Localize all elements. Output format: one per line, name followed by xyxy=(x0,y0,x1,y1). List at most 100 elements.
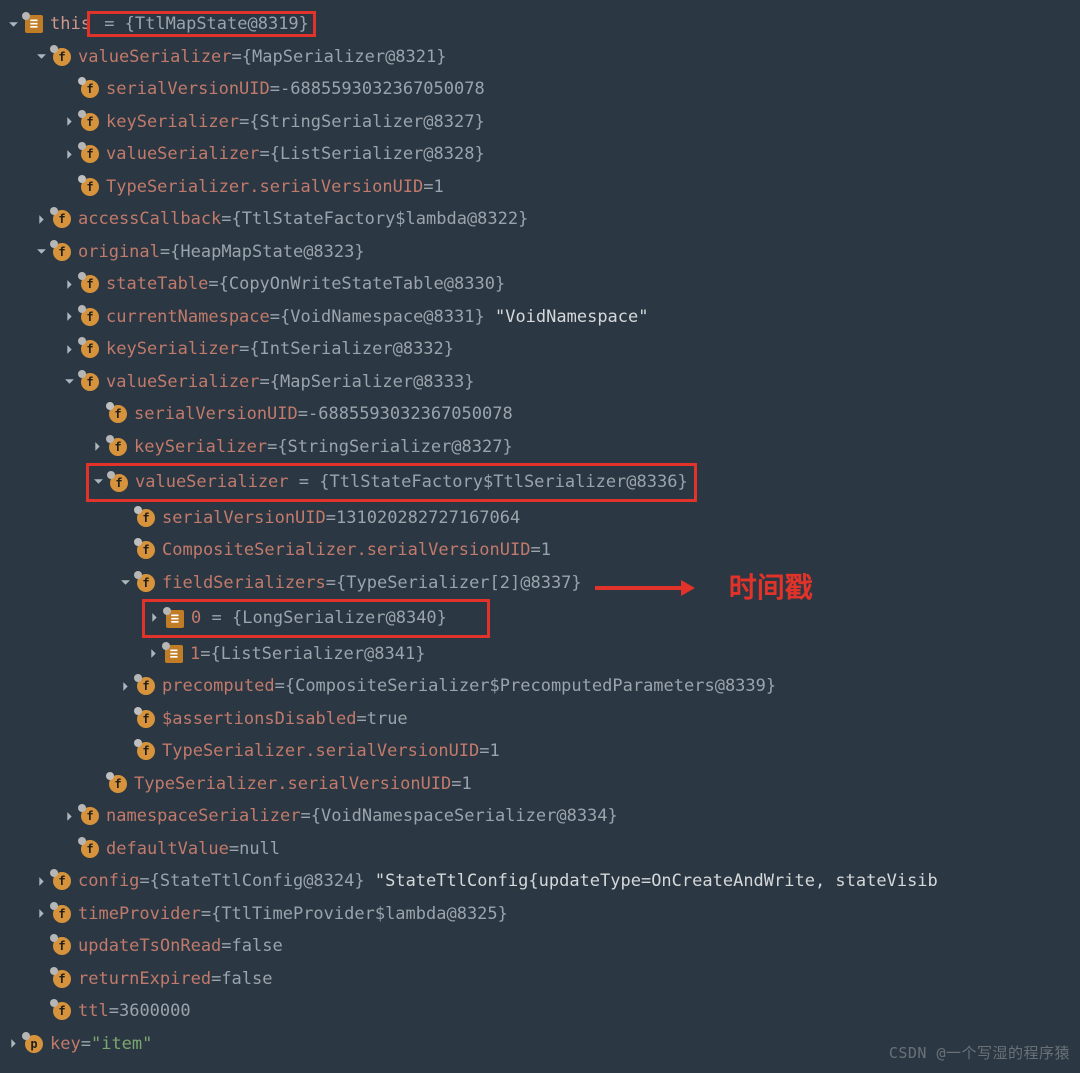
field-icon: f xyxy=(81,308,99,326)
annotation-arrow: 时间戳 xyxy=(595,572,813,605)
field-icon: f xyxy=(81,807,99,825)
field-icon: f xyxy=(109,775,127,793)
field-icon: f xyxy=(53,905,71,923)
chevron-right-icon[interactable] xyxy=(62,309,77,324)
field-icon: f xyxy=(53,937,71,955)
field-icon: f xyxy=(137,574,155,592)
tree-row[interactable]: fupdateTsOnRead = false xyxy=(6,930,1080,963)
tree-row[interactable]: ffieldSerializers = {TypeSerializer[2]@8… xyxy=(6,567,1080,600)
field-icon: f xyxy=(81,340,99,358)
chevron-right-icon[interactable] xyxy=(34,874,49,889)
array-element-icon: ≡ xyxy=(165,645,183,663)
tree-row[interactable]: fconfig = {StateTtlConfig@8324} "StateTt… xyxy=(6,865,1080,898)
field-icon: f xyxy=(81,113,99,131)
spacer xyxy=(34,939,49,954)
var-name: this xyxy=(50,14,91,34)
annotation-label: 时间戳 xyxy=(729,572,813,605)
chevron-right-icon[interactable] xyxy=(62,114,77,129)
field-icon: f xyxy=(81,275,99,293)
tree-row[interactable]: fTypeSerializer.serialVersionUID = 1 xyxy=(6,171,1080,204)
chevron-down-icon[interactable] xyxy=(118,575,133,590)
tree-row[interactable]: fttl = 3600000 xyxy=(6,995,1080,1028)
chevron-right-icon[interactable] xyxy=(6,1036,21,1051)
field-icon: f xyxy=(53,48,71,66)
tree-row[interactable]: fserialVersionUID = -6885593032367050078 xyxy=(6,398,1080,431)
spacer xyxy=(34,1004,49,1019)
field-icon: f xyxy=(110,474,128,492)
field-icon: f xyxy=(137,541,155,559)
chevron-right-icon[interactable] xyxy=(146,646,161,661)
tree-row[interactable]: fprecomputed = {CompositeSerializer$Prec… xyxy=(6,670,1080,703)
tree-row[interactable]: fstateTable = {CopyOnWriteStateTable@833… xyxy=(6,268,1080,301)
spacer xyxy=(62,179,77,194)
tree-row[interactable]: fserialVersionUID = -6885593032367050078 xyxy=(6,73,1080,106)
tree-row[interactable]: fTypeSerializer.serialVersionUID = 1 xyxy=(6,768,1080,801)
chevron-down-icon[interactable] xyxy=(62,374,77,389)
spacer xyxy=(118,543,133,558)
field-icon: f xyxy=(137,677,155,695)
chevron-down-icon[interactable] xyxy=(34,49,49,64)
field-icon: f xyxy=(81,145,99,163)
tree-row[interactable]: fkeySerializer = {StringSerializer@8327} xyxy=(6,431,1080,464)
tree-row[interactable]: fnamespaceSerializer = {VoidNamespaceSer… xyxy=(6,800,1080,833)
tree-row[interactable]: fdefaultValue = null xyxy=(6,833,1080,866)
field-icon: f xyxy=(137,710,155,728)
tree-row[interactable]: fCompositeSerializer.serialVersionUID = … xyxy=(6,534,1080,567)
tree-row[interactable]: fcurrentNamespace = {VoidNamespace@8331}… xyxy=(6,301,1080,334)
array-element-icon: ≡ xyxy=(166,610,184,628)
field-icon: f xyxy=(53,970,71,988)
tree-row[interactable]: f valueSerializer = {MapSerializer@8321} xyxy=(6,41,1080,74)
field-icon: f xyxy=(53,1002,71,1020)
object-icon: ≡ xyxy=(25,15,43,33)
tree-row-highlighted[interactable]: ≡0 = {LongSerializer@8340} xyxy=(6,599,1080,638)
chevron-down-icon[interactable] xyxy=(91,474,106,489)
tree-row[interactable]: ftimeProvider = {TtlTimeProvider$lambda@… xyxy=(6,898,1080,931)
tree-row-highlighted[interactable]: fvalueSerializer = {TtlStateFactory$TtlS… xyxy=(6,463,1080,502)
field-icon: f xyxy=(109,438,127,456)
tree-row[interactable]: faccessCallback = {TtlStateFactory$lambd… xyxy=(6,203,1080,236)
tree-row[interactable]: ≡1 = {ListSerializer@8341} xyxy=(6,638,1080,671)
tree-row[interactable]: foriginal = {HeapMapState@8323} xyxy=(6,236,1080,269)
chevron-right-icon[interactable] xyxy=(62,809,77,824)
chevron-right-icon[interactable] xyxy=(118,679,133,694)
watermark: CSDN @一个写湿的程序猿 xyxy=(889,1037,1070,1070)
tree-row[interactable]: fTypeSerializer.serialVersionUID = 1 xyxy=(6,735,1080,768)
field-icon: f xyxy=(53,210,71,228)
field-icon: f xyxy=(81,80,99,98)
spacer xyxy=(90,407,105,422)
tree-row[interactable]: fserialVersionUID = 131020282727167064 xyxy=(6,502,1080,535)
chevron-down-icon[interactable] xyxy=(34,244,49,259)
field-icon: f xyxy=(53,872,71,890)
chevron-right-icon[interactable] xyxy=(34,906,49,921)
chevron-down-icon[interactable] xyxy=(6,17,21,32)
tree-row[interactable]: freturnExpired = false xyxy=(6,963,1080,996)
tree-row[interactable]: fkeySerializer = {IntSerializer@8332} xyxy=(6,333,1080,366)
spacer xyxy=(118,744,133,759)
field-icon: f xyxy=(137,742,155,760)
field-icon: f xyxy=(81,178,99,196)
debug-variables-tree: ≡ this = {TtlMapState@8319} f valueSeria… xyxy=(0,0,1080,1060)
chevron-right-icon[interactable] xyxy=(34,212,49,227)
spacer xyxy=(90,776,105,791)
field-icon: f xyxy=(53,243,71,261)
spacer xyxy=(62,841,77,856)
field-icon: f xyxy=(81,840,99,858)
chevron-right-icon[interactable] xyxy=(62,342,77,357)
chevron-right-icon[interactable] xyxy=(90,439,105,454)
spacer xyxy=(118,510,133,525)
spacer xyxy=(118,711,133,726)
field-icon: f xyxy=(137,509,155,527)
chevron-right-icon[interactable] xyxy=(62,277,77,292)
tree-row[interactable]: f$assertionsDisabled = true xyxy=(6,703,1080,736)
tree-row[interactable]: fvalueSerializer = {MapSerializer@8333} xyxy=(6,366,1080,399)
param-icon: p xyxy=(25,1035,43,1053)
spacer xyxy=(62,82,77,97)
tree-row[interactable]: fvalueSerializer = {ListSerializer@8328} xyxy=(6,138,1080,171)
chevron-right-icon[interactable] xyxy=(147,610,162,625)
spacer xyxy=(34,971,49,986)
field-icon: f xyxy=(81,373,99,391)
tree-row-this[interactable]: ≡ this = {TtlMapState@8319} xyxy=(6,8,1080,41)
chevron-right-icon[interactable] xyxy=(62,147,77,162)
tree-row[interactable]: fkeySerializer = {StringSerializer@8327} xyxy=(6,106,1080,139)
field-icon: f xyxy=(109,405,127,423)
